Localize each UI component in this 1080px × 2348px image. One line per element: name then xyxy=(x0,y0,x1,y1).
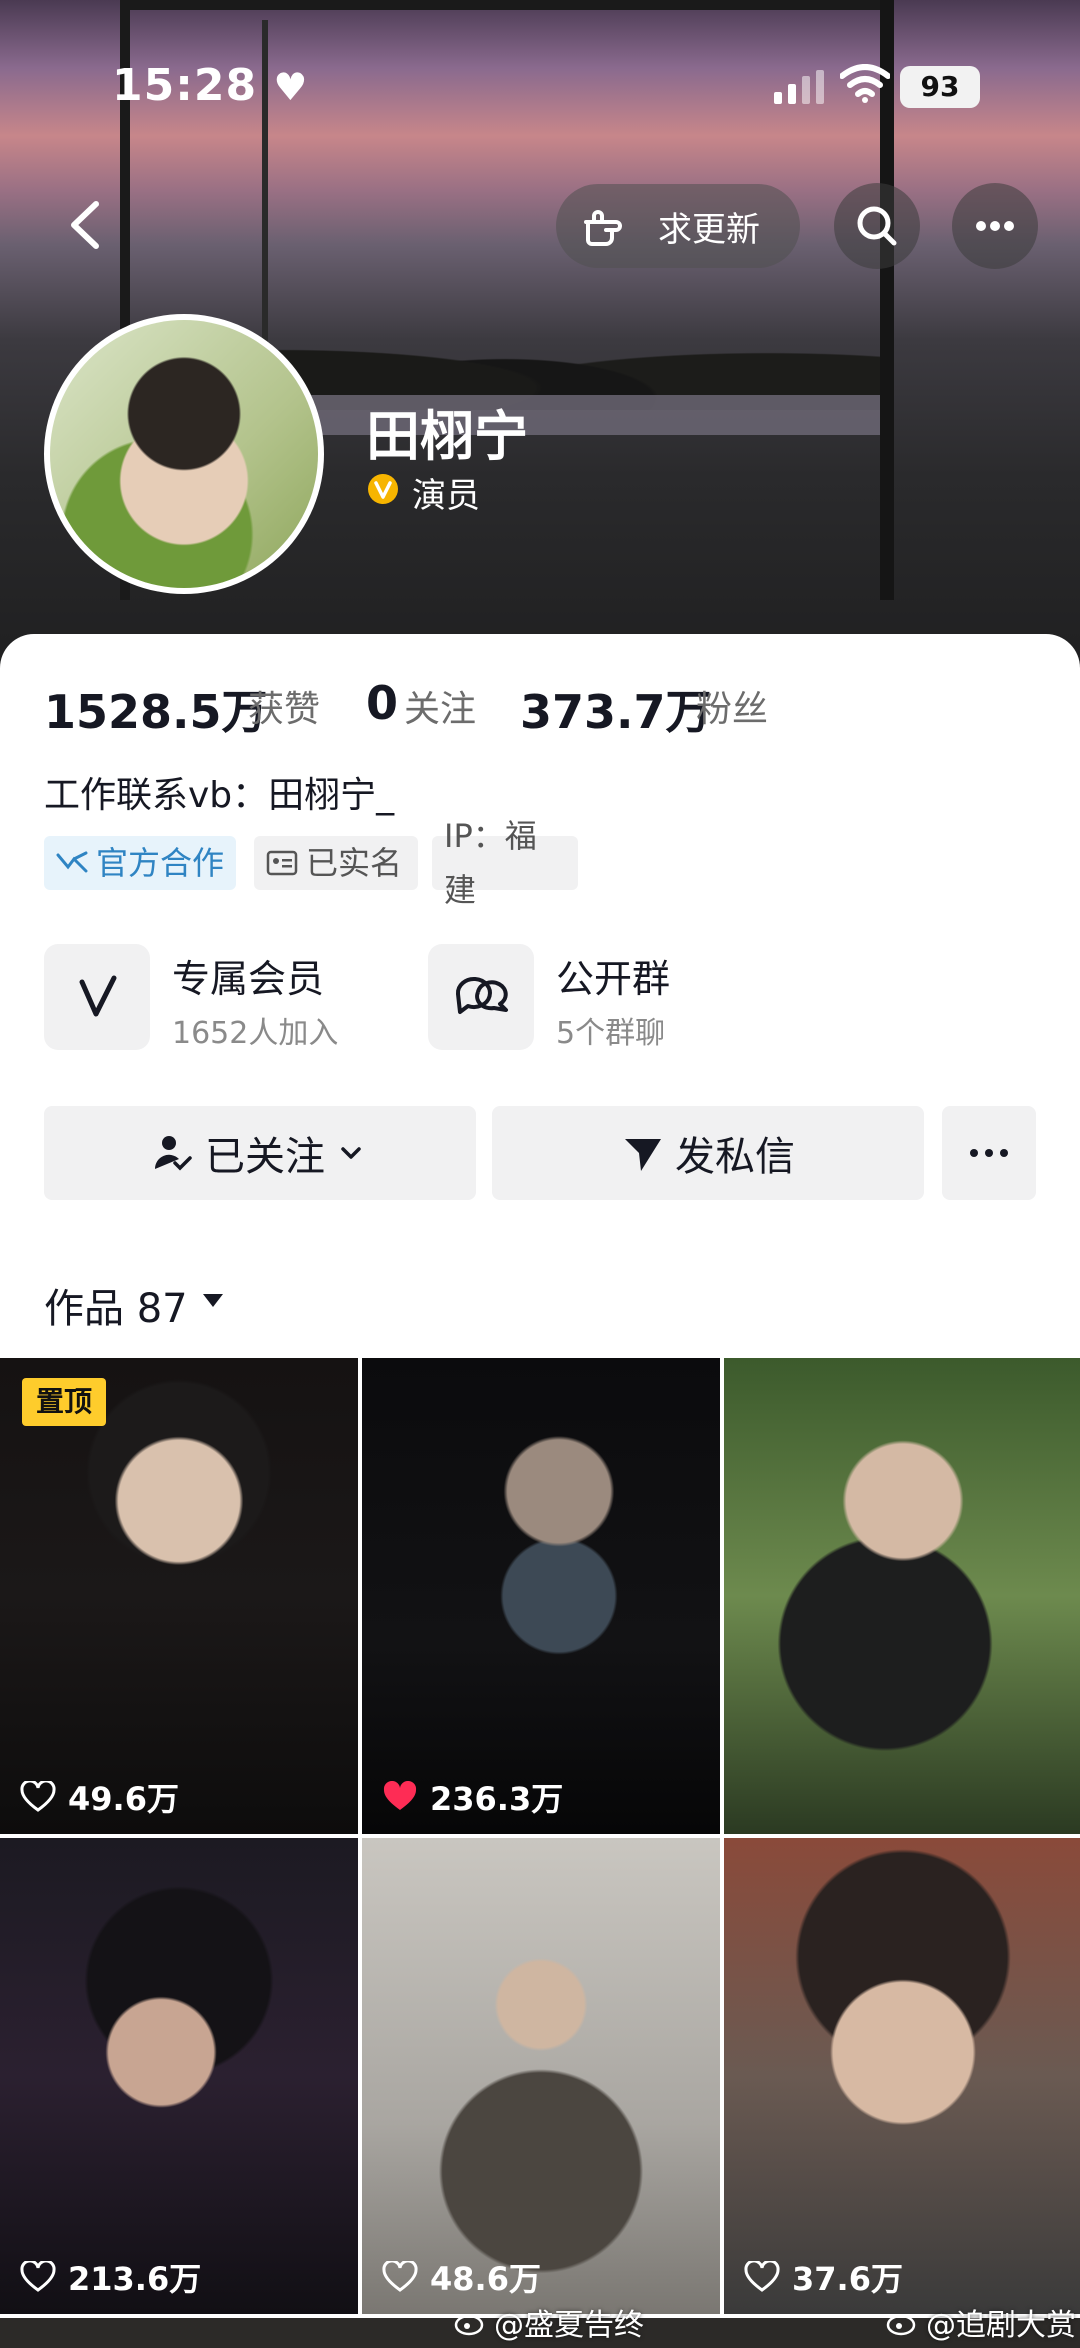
vip-subtitle: 1652人加入 xyxy=(172,1016,339,1051)
vip-membership-button[interactable] xyxy=(44,944,150,1050)
status-time: 15:28 ♥ xyxy=(112,60,308,111)
paper-plane-icon xyxy=(625,1139,661,1171)
weibo-icon xyxy=(886,2314,916,2336)
tag-real-name: 已实名 xyxy=(254,836,418,890)
group-subtitle: 5个群聊 xyxy=(556,1016,666,1051)
likes-label: 获赞 xyxy=(248,689,321,730)
following-label[interactable]: 关注 xyxy=(404,680,476,732)
video-like-text: 213.6万 xyxy=(68,2260,202,2298)
more-options-button[interactable] xyxy=(952,183,1038,269)
video-like-count: 236.3万 xyxy=(382,1774,563,1820)
caret-down-icon[interactable] xyxy=(200,1290,226,1310)
video-like-count: 48.6万 xyxy=(382,2254,541,2300)
search-icon xyxy=(857,206,897,246)
pointing-hand-icon xyxy=(584,210,622,246)
watermark-text: @追剧大赏 xyxy=(926,2308,1076,2343)
search-button[interactable] xyxy=(834,183,920,269)
tag-real-name-label: 已实名 xyxy=(306,844,403,882)
vip-title[interactable]: 专属会员 xyxy=(172,948,324,1003)
video-like-text: 236.3万 xyxy=(430,1780,564,1818)
back-button[interactable] xyxy=(60,190,110,260)
profile-bio: 工作联系vb：田栩宁_ xyxy=(44,775,395,816)
video-like-text: 48.6万 xyxy=(430,2260,541,2298)
fans-count[interactable]: 373.7万 xyxy=(520,676,712,742)
profile-role: 演员 xyxy=(412,476,480,516)
video-thumbnail[interactable] xyxy=(0,1838,358,2314)
profile-name: 田栩宁 xyxy=(366,405,528,468)
heart-outline-icon xyxy=(20,2261,56,2292)
battery-indicator: 93 xyxy=(900,66,980,108)
video-thumbnail[interactable] xyxy=(362,1358,720,1834)
fans-label[interactable]: 粉丝 xyxy=(696,680,768,732)
video-like-count: 49.6万 xyxy=(20,1774,179,1820)
heart-icon: ♥ xyxy=(273,65,309,109)
more-actions-button[interactable] xyxy=(942,1106,1036,1200)
id-card-icon xyxy=(266,850,298,876)
verified-badge-icon xyxy=(368,474,398,504)
ellipsis-icon xyxy=(970,1149,1008,1157)
user-check-icon xyxy=(154,1136,192,1171)
video-thumbnail[interactable] xyxy=(362,1838,720,2314)
video-thumbnail[interactable] xyxy=(724,1838,1080,2314)
chevron-down-icon xyxy=(341,1147,361,1159)
video-thumbnail[interactable] xyxy=(724,1358,1080,1834)
avatar-image xyxy=(50,320,318,588)
signal-icon xyxy=(774,70,824,104)
followed-label: 已关注 xyxy=(205,1134,325,1180)
video-like-text: 37.6万 xyxy=(792,2260,903,2298)
public-group-button[interactable] xyxy=(428,944,534,1050)
video-like-count: 37.6万 xyxy=(744,2254,903,2300)
request-update-button[interactable]: 求更新 xyxy=(556,184,800,268)
avatar[interactable] xyxy=(44,314,324,594)
heart-filled-icon xyxy=(383,1781,417,1810)
window-frame xyxy=(120,0,894,10)
followed-button[interactable]: 已关注 xyxy=(44,1106,476,1200)
handshake-icon xyxy=(56,851,88,873)
video-like-text: 49.6万 xyxy=(68,1780,179,1818)
send-message-label: 发私信 xyxy=(675,1134,795,1180)
heart-outline-icon xyxy=(382,2261,418,2292)
works-tab[interactable]: 作品 87 xyxy=(44,1276,188,1334)
watermark-text: @盛夏告终 xyxy=(494,2308,644,2343)
group-title[interactable]: 公开群 xyxy=(556,948,670,1003)
following-count[interactable]: 0 xyxy=(366,676,398,730)
vip-icon xyxy=(79,975,117,1017)
weibo-watermark: @追剧大赏 xyxy=(886,2300,1076,2344)
works-label: 作品 xyxy=(44,1286,124,1332)
wifi-icon xyxy=(840,64,890,103)
weibo-watermark: @盛夏告终 xyxy=(454,2300,644,2344)
tag-official-label: 官方合作 xyxy=(96,844,225,882)
works-count: 87 xyxy=(136,1286,188,1332)
heart-outline-icon xyxy=(20,1781,56,1812)
video-thumbnail[interactable] xyxy=(0,1358,358,1834)
status-time-text: 15:28 xyxy=(112,60,258,111)
pinned-badge: 置顶 xyxy=(22,1378,106,1426)
tag-official-partner[interactable]: 官方合作 xyxy=(44,836,236,890)
request-update-label: 求更新 xyxy=(658,209,760,250)
heart-outline-icon xyxy=(744,2261,780,2292)
video-like-count: 213.6万 xyxy=(20,2254,201,2300)
likes-count: 1528.5万 xyxy=(44,685,268,739)
weibo-icon xyxy=(454,2314,484,2336)
tag-ip-location: IP：福建 xyxy=(432,817,578,909)
send-message-button[interactable]: 发私信 xyxy=(492,1106,924,1200)
group-chat-icon xyxy=(455,977,508,1014)
ellipsis-icon xyxy=(976,221,1014,231)
